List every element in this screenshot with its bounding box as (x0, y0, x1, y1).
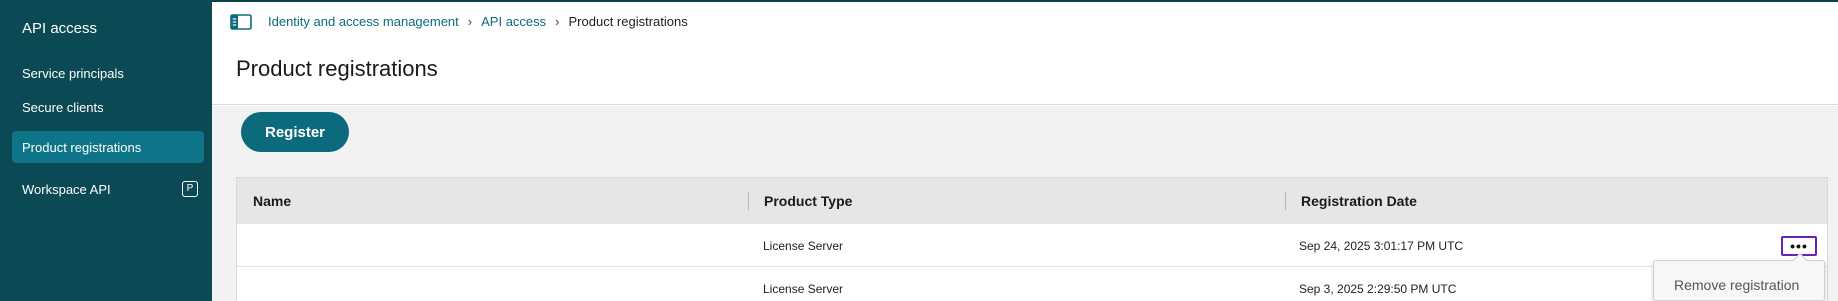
column-header-name[interactable]: Name (253, 178, 291, 224)
row-actions-menu: Remove registration (1653, 252, 1826, 301)
table-row[interactable]: License Server Sep 3, 2025 2:29:50 PM UT… (237, 267, 1827, 301)
sidebar: API access Service principals Secure cli… (0, 0, 212, 301)
sidebar-item-product-registrations[interactable]: Product registrations (12, 131, 204, 163)
breadcrumb-current: Product registrations (568, 14, 688, 29)
column-divider (1285, 192, 1286, 210)
preview-badge: P (182, 181, 198, 197)
breadcrumb-separator: › (467, 14, 473, 29)
sidebar-item-label: Product registrations (22, 139, 142, 155)
breadcrumb: Identity and access management › API acc… (268, 14, 688, 29)
main-content: Register Name Product Type Registration … (212, 106, 1838, 301)
cell-registration-date: Sep 3, 2025 2:29:50 PM UTC (1299, 281, 1457, 296)
breadcrumb-link-api-access[interactable]: API access (481, 14, 546, 29)
sidebar-title: API access (22, 20, 98, 37)
column-header-registration-date[interactable]: Registration Date (1301, 178, 1417, 224)
breadcrumb-link-identity[interactable]: Identity and access management (268, 14, 459, 29)
registrations-table: Name Product Type Registration Date Lice… (236, 177, 1828, 301)
breadcrumb-separator: › (555, 14, 560, 29)
sidebar-item-label: Service principals (22, 65, 124, 81)
cell-product-type: License Server (763, 238, 844, 253)
register-button[interactable]: Register (241, 112, 349, 152)
page-title: Product registrations (236, 56, 438, 81)
panel-toggle-icon[interactable] (230, 14, 252, 30)
table-header: Name Product Type Registration Date (237, 178, 1827, 224)
cell-registration-date: Sep 24, 2025 3:01:17 PM UTC (1299, 238, 1464, 253)
table-row[interactable]: License Server Sep 24, 2025 3:01:17 PM U… (237, 224, 1827, 267)
column-header-product-type[interactable]: Product Type (764, 178, 852, 224)
sidebar-item-secure-clients[interactable]: Secure clients (12, 91, 204, 123)
sidebar-item-service-principals[interactable]: Service principals (12, 57, 204, 89)
column-divider (748, 192, 749, 210)
remove-registration-menu-item[interactable]: Remove registration (1654, 271, 1826, 299)
sidebar-item-label: Secure clients (22, 99, 104, 115)
cell-product-type: License Server (763, 281, 844, 296)
sidebar-item-label: Workspace API (22, 181, 111, 197)
page-header: Identity and access management › API acc… (212, 2, 1838, 105)
sidebar-item-workspace-api[interactable]: Workspace API P (12, 173, 204, 205)
